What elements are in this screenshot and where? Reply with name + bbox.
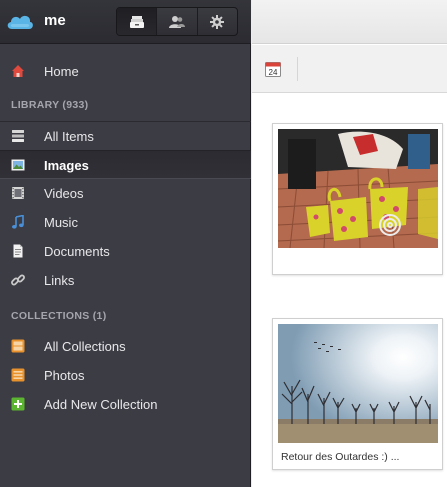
card-caption: Retour des Outardes :) ... [281, 451, 400, 463]
toolbar-divider [297, 57, 298, 81]
toolbar: 24 [252, 45, 447, 93]
nav-item-add-new-collection[interactable]: Add New Collection [0, 390, 251, 419]
nav-item-images[interactable]: Images [0, 150, 251, 179]
image-thumbnail[interactable] [278, 324, 438, 443]
sidebar: me Home LIBRARY (933) All Items Images V… [0, 0, 251, 487]
nav-item-photos[interactable]: Photos [0, 361, 251, 390]
home-icon [12, 65, 24, 77]
main-header-bar [252, 0, 447, 44]
film-icon [12, 187, 24, 199]
gear-icon [210, 14, 225, 29]
music-note-icon [12, 215, 24, 229]
calendar-icon[interactable]: 24 [265, 61, 281, 77]
image-card[interactable]: Retour des Outardes :) ... [272, 318, 443, 470]
calendar-day: 24 [269, 68, 278, 77]
image-card[interactable] [272, 123, 443, 275]
nav-label-all-items: All Items [44, 129, 94, 144]
main-panel: 24 Retour des Outardes:) ... [252, 0, 447, 487]
nav-item-all-items[interactable]: All Items [0, 121, 251, 150]
collection-icon [11, 368, 25, 382]
image-icon [11, 159, 25, 171]
nav-label-add-new-collection: Add New Collection [44, 397, 158, 412]
collection-icon [11, 339, 25, 353]
nav-item-home[interactable]: Home [0, 57, 251, 86]
nav-item-music[interactable]: Music [0, 208, 251, 237]
settings-button[interactable] [198, 8, 237, 35]
item-grid: Retour des Outardes :) ... [252, 94, 447, 487]
nav-label-music: Music [44, 215, 78, 230]
nav-item-documents[interactable]: Documents [0, 237, 251, 266]
inbox-icon [129, 15, 144, 28]
inbox-button[interactable] [117, 8, 158, 35]
nav-label-documents: Documents [44, 244, 110, 259]
nav-item-videos[interactable]: Videos [0, 179, 251, 208]
cloud-logo-icon[interactable] [6, 11, 34, 31]
nav-label-images: Images [44, 158, 89, 173]
document-icon [13, 244, 23, 258]
image-thumbnail[interactable] [278, 129, 438, 248]
sidebar-header: me [0, 0, 251, 44]
nav-label-home: Home [44, 64, 79, 79]
people-icon [168, 15, 185, 28]
people-button[interactable] [157, 8, 198, 35]
nav-item-links[interactable]: Links [0, 266, 251, 295]
nav-item-all-collections[interactable]: All Collections [0, 332, 251, 361]
collections-section-title: COLLECTIONS (1) [11, 310, 107, 322]
trees-sky-photo [278, 324, 438, 443]
link-icon [11, 274, 25, 286]
user-name[interactable]: me [44, 12, 66, 29]
library-section-title: LIBRARY (933) [11, 99, 89, 111]
watering-cans-photo [278, 129, 438, 248]
stack-icon [12, 130, 24, 142]
nav-label-photos: Photos [44, 368, 85, 383]
header-button-group [116, 7, 238, 36]
nav-label-links: Links [44, 273, 75, 288]
nav-label-all-collections: All Collections [44, 339, 126, 354]
plus-icon [11, 397, 25, 411]
nav-label-videos: Videos [44, 186, 84, 201]
